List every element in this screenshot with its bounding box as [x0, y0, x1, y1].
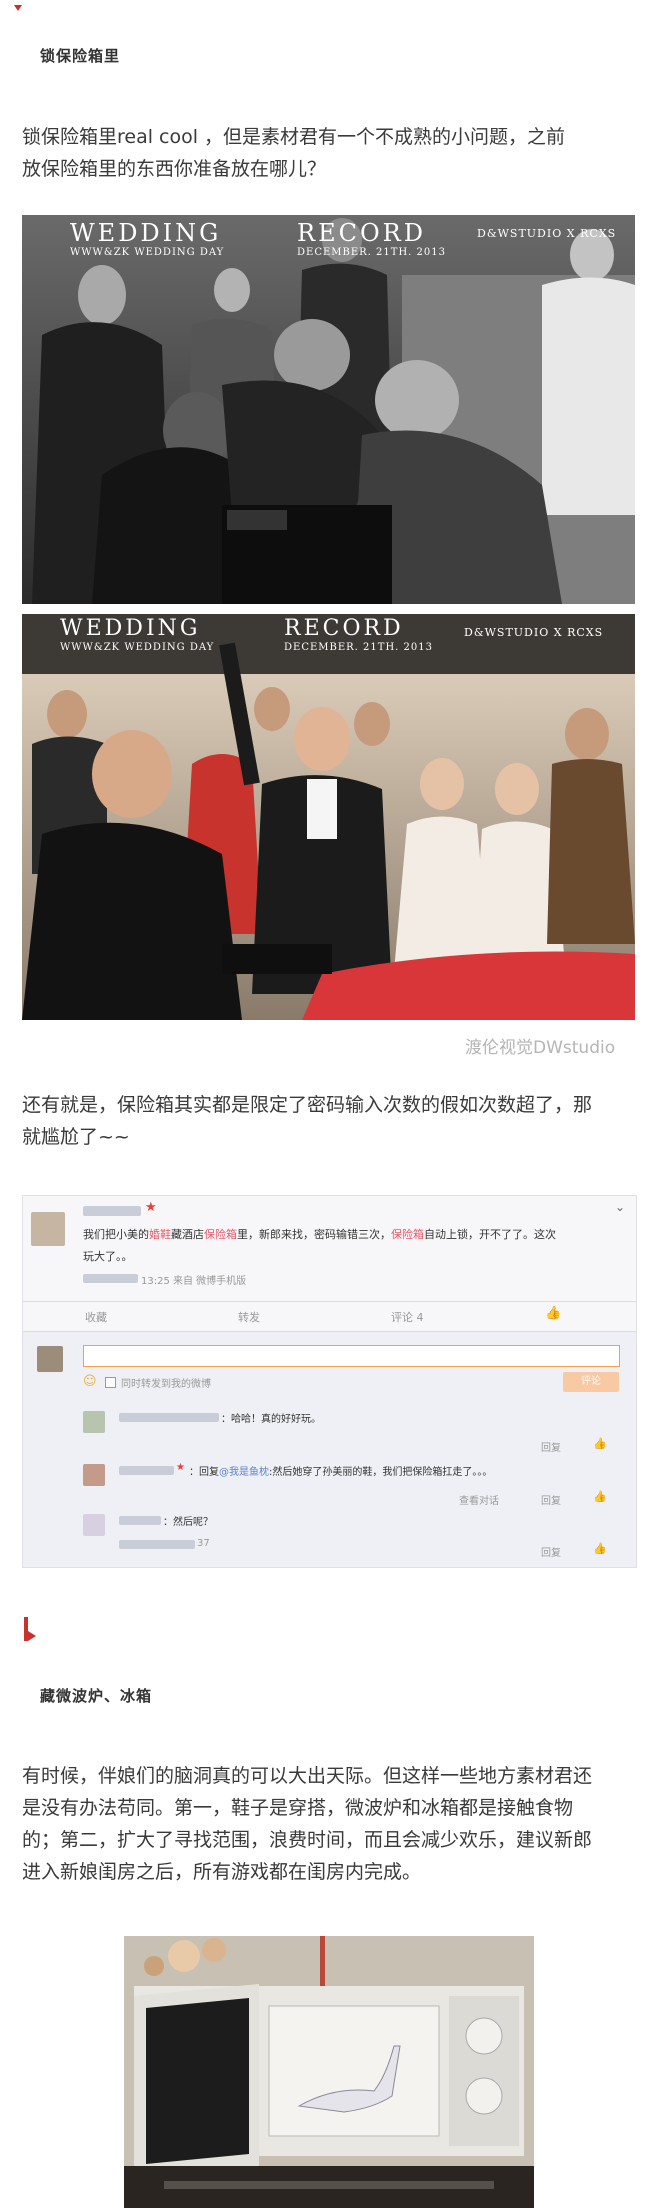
reply-text: ：回复	[189, 1467, 219, 1478]
arrow-marker-icon	[14, 5, 22, 11]
reply-1-text: ：哈哈！真的好好玩。	[221, 1414, 321, 1425]
microwave-photo	[124, 1936, 534, 2208]
photo-2-title-right: RECORD	[284, 616, 404, 641]
photo-2-scene	[22, 614, 635, 1020]
paragraph-line: 锁保险箱里real cool ，但是素材君有一个不成熟的小问题，之前	[22, 126, 566, 148]
like-icon[interactable]: 👍	[593, 1437, 607, 1450]
reply-name-blurred	[119, 1413, 219, 1422]
red-arrow-icon	[24, 1617, 36, 1641]
post-highlight: 保险箱	[391, 1228, 424, 1241]
wedding-photo-1: WEDDING RECORD WWW&ZK WEDDING DAY DECEMB…	[22, 215, 635, 604]
photo-1-subtitle-right: DECEMBER. 21TH. 2013	[297, 247, 446, 258]
section-heading-microwave: 藏微波炉、冰箱	[40, 1687, 153, 1705]
forward-action[interactable]: 转发	[238, 1309, 260, 1325]
view-conversation-link[interactable]: 查看对话	[459, 1492, 499, 1507]
weibo-post-line-2: 玩大了。。	[83, 1250, 133, 1263]
post-meta: 13:25 来自 微博手机版	[141, 1276, 247, 1287]
post-highlight: 保险箱	[204, 1228, 237, 1241]
collect-action[interactable]: 收藏	[85, 1309, 107, 1325]
reply-avatar	[83, 1514, 105, 1536]
reply-name-blurred	[119, 1466, 174, 1475]
chevron-down-icon[interactable]: ⌄	[615, 1200, 625, 1214]
comment-input[interactable]	[83, 1345, 620, 1367]
paragraph-line: 放保险箱里的东西你准备放在哪儿？	[22, 158, 327, 180]
photo-1-title-left: WEDDING	[70, 219, 222, 247]
photo-1-title-right: RECORD	[297, 219, 426, 247]
paragraph-safe: 锁保险箱里real cool ，但是素材君有一个不成熟的小问题，之前 放保险箱里…	[22, 121, 642, 185]
paragraph-line: 进入新娘闺房之后，所有游戏都在闺房内完成。	[22, 1861, 422, 1883]
poster-name-blurred	[83, 1206, 141, 1216]
like-icon[interactable]: 👍	[545, 1306, 561, 1321]
reply-button[interactable]: 回复	[541, 1544, 561, 1559]
section-heading-safe: 锁保险箱里	[40, 47, 121, 65]
my-avatar	[37, 1346, 63, 1372]
poster-avatar	[31, 1212, 65, 1246]
paragraph-line: 就尴尬了~~	[22, 1126, 130, 1148]
photo-caption: 渡伦视觉DWstudio	[465, 1038, 616, 1058]
section-marker	[22, 1617, 38, 1647]
mention-link[interactable]: @我是鱼枕	[219, 1467, 269, 1478]
forward-checkbox[interactable]	[105, 1377, 116, 1388]
paragraph-microwave: 有时候，伴娘们的脑洞真的可以大出天际。但这样一些地方素材君还 是没有办法苟同。第…	[22, 1760, 642, 1888]
photo-2-brand: D&WSTUDIO X RCXS	[464, 626, 604, 639]
section-marker-top	[14, 0, 24, 11]
forward-checkbox-label: 同时转发到我的微博	[121, 1379, 211, 1390]
verified-star-icon: ★	[176, 1462, 185, 1473]
comment-action[interactable]: 评论 4	[391, 1309, 424, 1325]
paragraph-line: 有时候，伴娘们的脑洞真的可以大出天际。但这样一些地方素材君还	[22, 1765, 593, 1787]
reply-3-text: ：然后呢？	[163, 1517, 213, 1528]
post-text: 里，新郎来找，密码输错三次，	[237, 1228, 391, 1241]
comment-submit-button[interactable]: 评论	[563, 1372, 619, 1392]
weibo-post-text: 我们把小美的婚鞋藏酒店保险箱里，新郎来找，密码输错三次，保险箱自动上锁，开不了了…	[83, 1226, 628, 1242]
action-bar-divider	[23, 1301, 636, 1302]
photo-1-subtitle-left: WWW&ZK WEDDING DAY	[70, 247, 225, 258]
verified-star-icon: ★	[145, 1200, 157, 1215]
microwave-scene	[124, 1936, 534, 2208]
paragraph-password: 还有就是，保险箱其实都是限定了密码输入次数的假如次数超了，那 就尴尬了~~	[22, 1089, 642, 1153]
post-date-blurred	[83, 1274, 138, 1283]
reply-time-blurred	[119, 1540, 195, 1549]
post-text: 自动上锁，开不了了。这次	[424, 1228, 556, 1241]
photo-2-subtitle-left: WWW&ZK WEDDING DAY	[60, 642, 215, 653]
photo-2-title-left: WEDDING	[60, 616, 201, 641]
post-text: 我们把小美的	[83, 1228, 149, 1241]
reply-time: 37	[197, 1538, 210, 1549]
weibo-screenshot: ★ ⌄ 我们把小美的婚鞋藏酒店保险箱里，新郎来找，密码输错三次，保险箱自动上锁，…	[22, 1195, 637, 1568]
wedding-photo-2: WEDDING RECORD WWW&ZK WEDDING DAY DECEMB…	[22, 614, 635, 1020]
like-icon[interactable]: 👍	[593, 1490, 607, 1503]
reply-button[interactable]: 回复	[541, 1439, 561, 1454]
photo-2-subtitle-right: DECEMBER. 21TH. 2013	[284, 642, 433, 653]
reply-2-text: ：回复@我是鱼枕:然后她穿了孙美丽的鞋，我们把保险箱扛走了。。。	[189, 1463, 492, 1478]
paragraph-line: 是没有办法苟同。第一，鞋子是穿搭，微波炉和冰箱都是接触食物	[22, 1797, 574, 1819]
like-icon[interactable]: 👍	[593, 1542, 607, 1555]
reply-button[interactable]: 回复	[541, 1492, 561, 1507]
emoji-icon[interactable]: ☺	[83, 1374, 97, 1389]
photo-1-scene	[22, 215, 635, 604]
reply-name-blurred	[119, 1516, 161, 1525]
reply-avatar	[83, 1411, 105, 1433]
post-text: 藏酒店	[171, 1228, 204, 1241]
reply-text: :然后她穿了孙美丽的鞋，我们把保险箱扛走了。。。	[269, 1467, 493, 1478]
paragraph-line: 还有就是，保险箱其实都是限定了密码输入次数的假如次数超了，那	[22, 1094, 593, 1116]
paragraph-line: 的；第二，扩大了寻找范围，浪费时间，而且会减少欢乐，建议新郎	[22, 1829, 593, 1851]
reply-avatar	[83, 1464, 105, 1486]
post-highlight: 婚鞋	[149, 1228, 171, 1241]
photo-1-brand: D&WSTUDIO X RCXS	[477, 227, 617, 240]
